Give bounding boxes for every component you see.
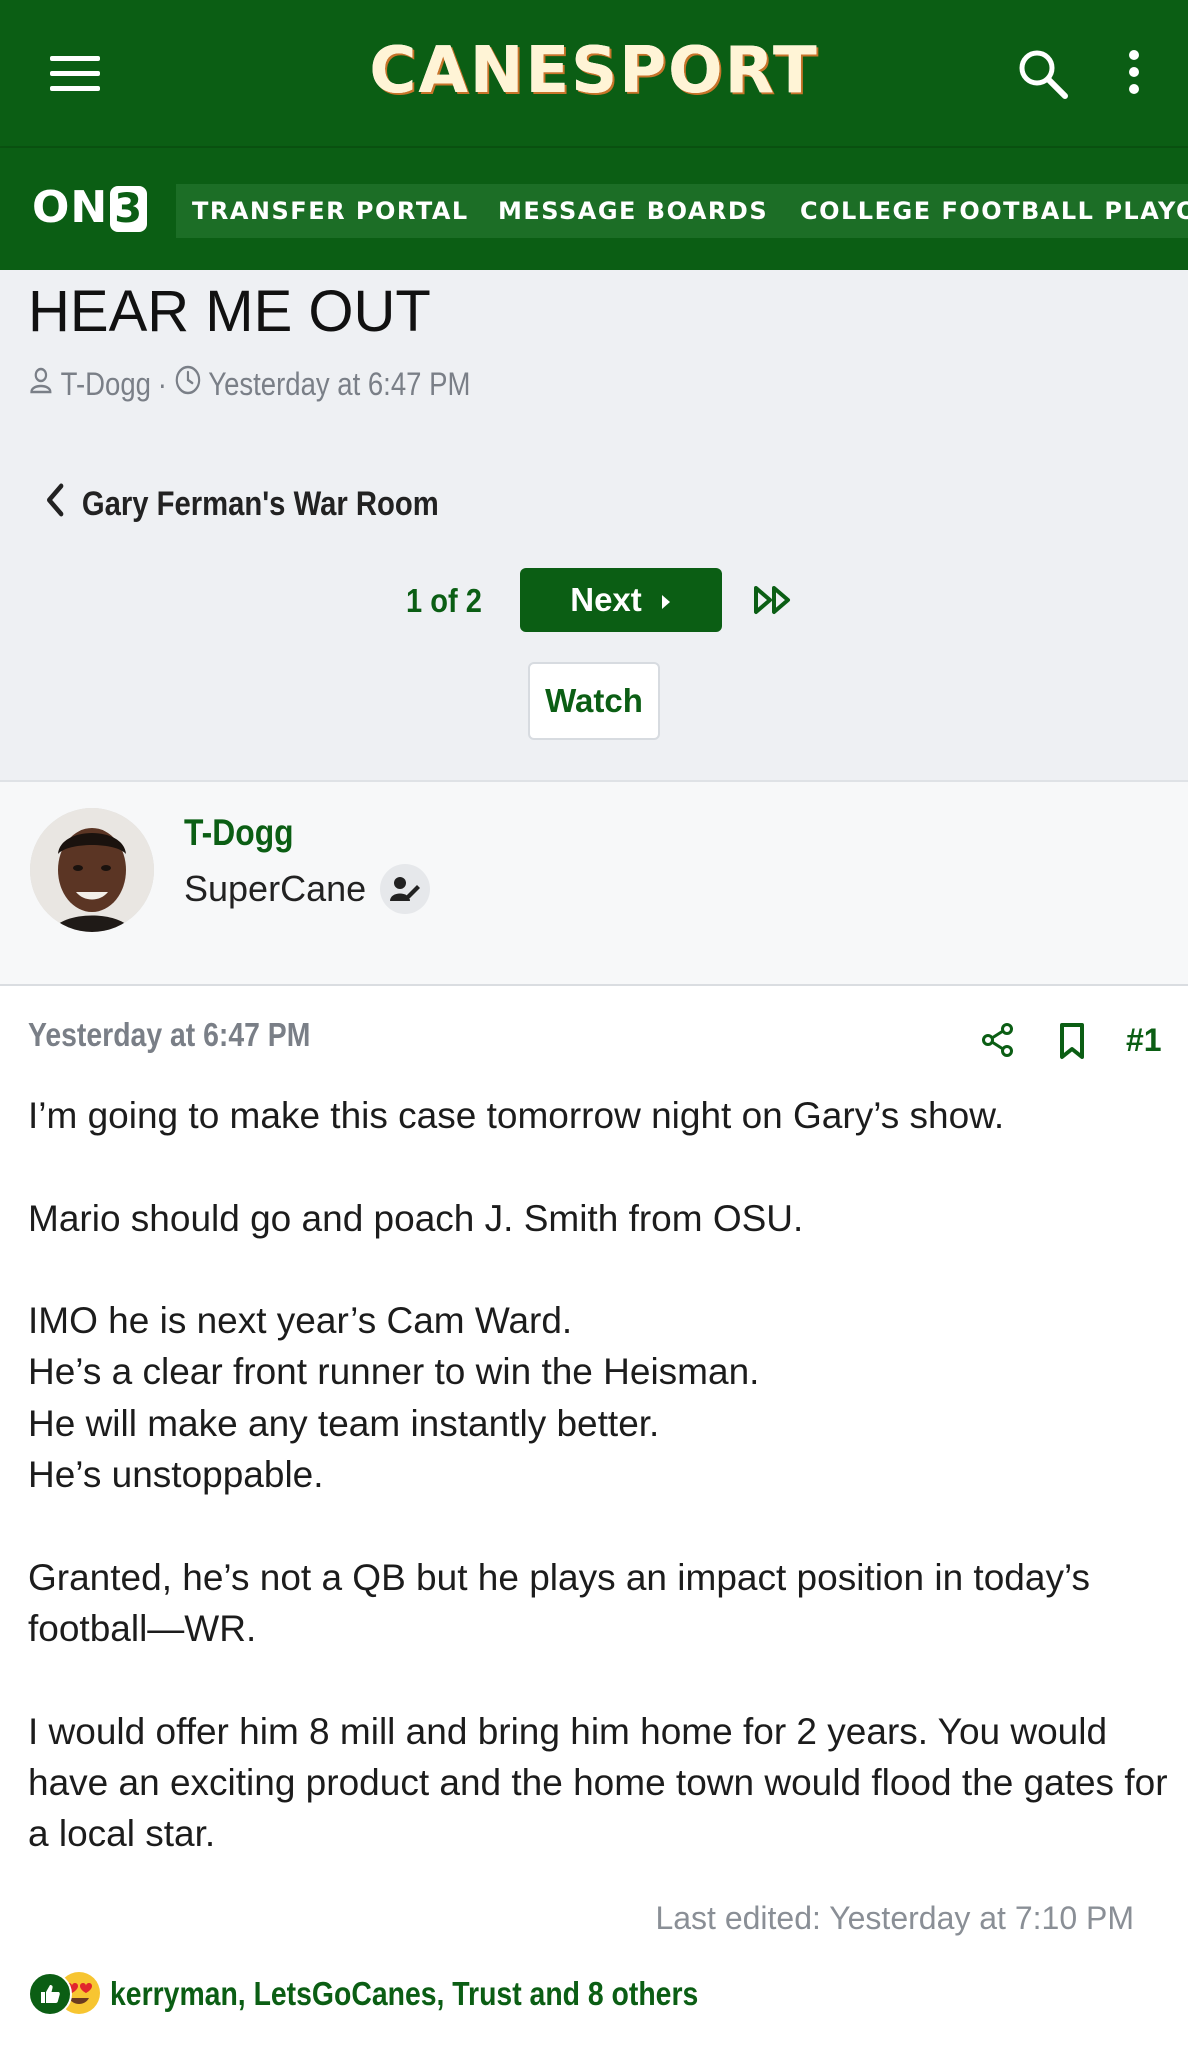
- more-options-icon[interactable]: [1120, 50, 1148, 100]
- avatar[interactable]: [30, 808, 154, 932]
- user-title-row: SuperCane: [184, 864, 431, 914]
- reactions-bar[interactable]: kerryman, LetsGoCanes, Trust and 8 other…: [28, 1972, 794, 2016]
- meta-separator: ·: [157, 365, 167, 402]
- thread-author[interactable]: T-Dogg: [61, 366, 151, 403]
- share-icon[interactable]: [980, 1022, 1016, 1058]
- search-icon[interactable]: [1015, 46, 1071, 102]
- post-spacer: [28, 1244, 1168, 1295]
- section-nav: ON 3 TRANSFER PORTAL MESSAGE BOARDS COLLE…: [0, 148, 1188, 270]
- watch-button[interactable]: Watch: [528, 662, 660, 740]
- post-line: Mario should go and poach J. Smith from …: [28, 1197, 804, 1239]
- post-spacer: [28, 1654, 1168, 1705]
- clock-icon: [174, 364, 202, 404]
- post-line: IMO he is next year’s Cam Ward.: [28, 1300, 573, 1342]
- post-spacer: [28, 1500, 1168, 1551]
- breadcrumb-forum[interactable]: Gary Ferman's War Room: [44, 482, 439, 527]
- next-page-button[interactable]: Next: [520, 568, 722, 632]
- post-line: He’s unstoppable.: [28, 1454, 324, 1496]
- caret-right-icon: [660, 581, 672, 619]
- next-label: Next: [570, 581, 642, 618]
- top-app-bar: CANESPORT: [0, 0, 1188, 148]
- post-number-link[interactable]: #1: [1126, 1022, 1162, 1059]
- user-edit-badge-icon[interactable]: [380, 864, 431, 914]
- user-title: SuperCane: [184, 868, 367, 909]
- last-edited: Last edited: Yesterday at 7:10 PM: [655, 1900, 1134, 1936]
- breadcrumb-label: Gary Ferman's War Room: [81, 485, 439, 523]
- post-line: He’s a clear front runner to win the Hei…: [28, 1351, 760, 1393]
- reaction-icons: [28, 1972, 100, 2016]
- site-logo[interactable]: CANESPORT: [0, 34, 1188, 108]
- tab-transfer-portal[interactable]: TRANSFER PORTAL: [176, 184, 485, 238]
- bookmark-icon[interactable]: [1056, 1022, 1088, 1060]
- post-author-name[interactable]: T-Dogg: [184, 812, 294, 854]
- post-line: Granted, he’s not a QB but he plays an i…: [28, 1556, 1090, 1649]
- thread-title: HEAR ME OUT: [28, 279, 431, 344]
- post-line: I’m going to make this case tomorrow nig…: [28, 1095, 1005, 1136]
- post-line: I would offer him 8 mill and bring him h…: [28, 1710, 1168, 1855]
- on3-logo[interactable]: ON 3: [32, 182, 148, 233]
- reaction-users[interactable]: kerryman, LetsGoCanes, Trust and 8 other…: [110, 1975, 698, 2013]
- tab-college-football-playoff[interactable]: COLLEGE FOOTBALL PLAYOFF: [784, 184, 1188, 238]
- thread-header: HEAR ME OUT T-Dogg · Yesterday at 6:47 P…: [0, 270, 1188, 782]
- user-icon: [28, 365, 54, 403]
- chevron-left-icon: [44, 482, 66, 527]
- post-body: I’m going to make this case tomorrow nig…: [28, 1090, 1168, 1859]
- post-line: He will make any team instantly better.: [28, 1402, 660, 1444]
- thumbs-up-icon: [28, 1972, 72, 2016]
- post-spacer: [28, 1141, 1168, 1192]
- tab-message-boards[interactable]: MESSAGE BOARDS: [482, 184, 785, 238]
- thread-time[interactable]: Yesterday at 6:47 PM: [208, 366, 470, 403]
- post-timestamp[interactable]: Yesterday at 6:47 PM: [28, 1016, 310, 1054]
- thread-meta: T-Dogg · Yesterday at 6:47 PM: [28, 364, 470, 404]
- post-author-card: T-Dogg SuperCane: [0, 782, 1188, 986]
- last-page-icon[interactable]: [752, 582, 796, 618]
- pagination: 1 of 2 Next: [406, 568, 816, 634]
- page-count[interactable]: 1 of 2: [406, 582, 482, 620]
